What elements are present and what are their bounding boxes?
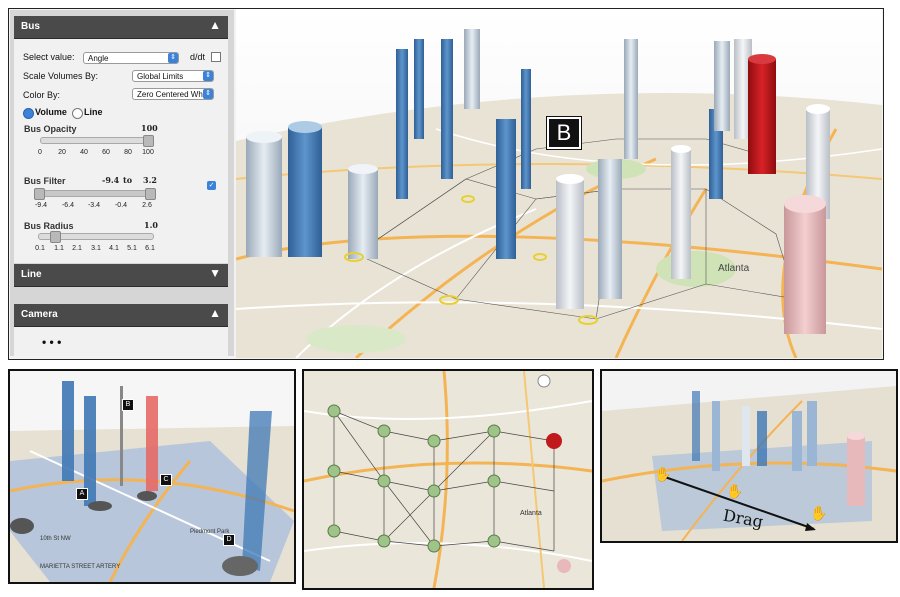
line-radio[interactable] (72, 108, 83, 119)
bus-opacity-slider[interactable] (40, 137, 154, 144)
bottom-left-scene (10, 371, 294, 582)
chevron-down-icon[interactable]: ▼ (209, 266, 221, 280)
bus-panel-body: Select value: Angle ⇕ d/dt Scale Volumes… (14, 39, 228, 263)
line-panel-header[interactable]: Line ▼ (14, 264, 228, 287)
atlanta-topdown-label: Atlanta (520, 510, 542, 517)
bus-filter-min: -9.4 (102, 175, 120, 185)
color-by-dropdown[interactable]: Zero Centered White ⇕ (132, 88, 214, 100)
bus-filter-to: to (123, 175, 133, 185)
tenth-st-label: 10th St NW (40, 536, 71, 542)
scale-volumes-label: Scale Volumes By: (23, 71, 99, 81)
bottom-right-view[interactable]: ✋ ✋ ✋ Drag (600, 369, 898, 543)
bus-radius-label: Bus Radius (24, 221, 74, 231)
scale-volumes-dropdown[interactable]: Global Limits ⇕ (132, 70, 214, 82)
ddt-label: d/dt (190, 52, 206, 62)
bus-radius-value: 1.0 (144, 220, 158, 230)
camera-panel-header[interactable]: Camera ▲ (14, 304, 228, 327)
dropdown-arrows-icon: ⇕ (203, 89, 213, 99)
bus-filter-max-handle[interactable] (145, 188, 156, 200)
atlanta-map-label: Atlanta (718, 263, 750, 274)
bus-opacity-label: Bus Opacity (24, 124, 77, 134)
color-by-label: Color By: (23, 90, 61, 100)
3d-map-view[interactable]: Atlanta (236, 9, 882, 358)
bus-filter-slider[interactable] (36, 190, 154, 197)
topdown-network-map: Atlanta (304, 371, 592, 588)
camera-more-ellipsis: • • • (42, 335, 62, 349)
camera-panel-title: Camera (21, 309, 58, 320)
color-by-text: Zero Centered White (137, 90, 212, 99)
volume-radio-label: Volume (35, 107, 67, 117)
hand-cursor-icon: ✋ (726, 483, 744, 499)
bus-panel-title: Bus (21, 21, 40, 32)
control-sidebar: Bus ▲ Select value: Angle ⇕ d/dt Scale V… (10, 10, 234, 356)
marietta-street-label: MARIETTA STREET ARTERY (40, 564, 121, 570)
bus-filter-label: Bus Filter (24, 176, 66, 186)
camera-panel-body: • • • (14, 327, 228, 356)
marker-d: D (223, 534, 235, 546)
chevron-up-icon[interactable]: ▲ (209, 18, 221, 32)
dropdown-arrows-icon: ⇕ (168, 53, 178, 63)
line-panel-title: Line (21, 269, 42, 280)
select-value-text: Angle (88, 54, 109, 63)
select-value-dropdown[interactable]: Angle ⇕ (83, 52, 179, 64)
bus-filter-checkbox[interactable]: ✓ (207, 181, 216, 190)
bus-opacity-slider-handle[interactable] (143, 135, 154, 147)
scale-volumes-text: Global Limits (137, 72, 184, 81)
piedmont-park-label: Piedmont Park (190, 529, 230, 535)
marker-b: B (122, 399, 134, 411)
dropdown-arrows-icon: ⇕ (203, 71, 213, 81)
marker-c: C (160, 474, 172, 486)
line-radio-label: Line (84, 107, 103, 117)
select-value-label: Select value: (23, 52, 75, 62)
bus-panel-header[interactable]: Bus ▲ (14, 16, 228, 39)
marker-a: A (76, 488, 88, 500)
bus-filter-max: 3.2 (143, 175, 157, 185)
bus-radius-slider-handle[interactable] (50, 231, 61, 243)
hand-cursor-icon: ✋ (810, 505, 828, 521)
bottom-left-view[interactable]: A B C D Piedmont Park MARIETTA STREET AR… (8, 369, 296, 584)
bus-opacity-value: 100 (141, 123, 158, 133)
ddt-checkbox[interactable] (211, 52, 221, 62)
bottom-middle-view[interactable]: Atlanta (302, 369, 594, 590)
annotation-label-b: B (547, 117, 581, 149)
volume-radio[interactable] (23, 108, 34, 119)
hand-cursor-icon: ✋ (654, 466, 672, 482)
bus-filter-min-handle[interactable] (34, 188, 45, 200)
chevron-up-icon[interactable]: ▲ (209, 306, 221, 320)
